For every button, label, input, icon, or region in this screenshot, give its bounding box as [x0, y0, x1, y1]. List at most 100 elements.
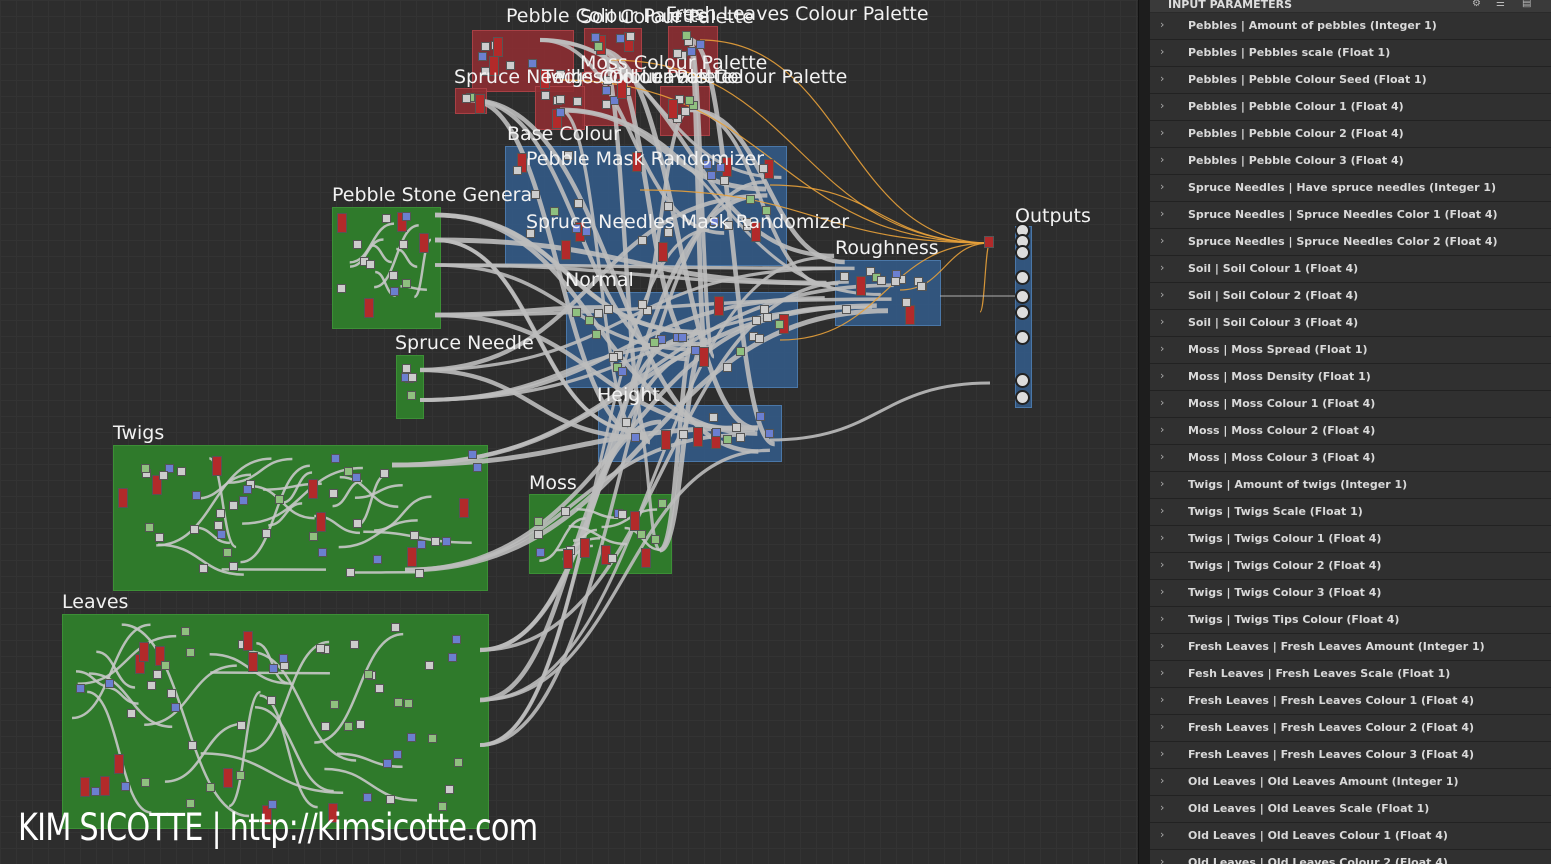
graph-node[interactable]	[637, 530, 647, 540]
graph-node[interactable]	[916, 282, 926, 292]
graph-node[interactable]	[690, 346, 700, 356]
graph-node[interactable]	[176, 467, 186, 477]
graph-node[interactable]	[316, 644, 326, 654]
chevron-right-icon[interactable]: ›	[1160, 693, 1164, 706]
graph-node[interactable]	[425, 660, 435, 670]
graph-node[interactable]	[362, 792, 372, 802]
graph-node[interactable]	[190, 524, 200, 534]
graph-node[interactable]	[602, 99, 612, 109]
graph-node[interactable]	[480, 41, 490, 51]
chevron-right-icon[interactable]: ›	[1160, 477, 1164, 490]
graph-node[interactable]	[401, 278, 411, 288]
graph-node[interactable]	[146, 681, 156, 691]
graph-node[interactable]	[905, 305, 916, 326]
chevron-right-icon[interactable]: ›	[1160, 747, 1164, 760]
graph-node[interactable]	[876, 276, 886, 286]
graph-node[interactable]	[410, 530, 420, 540]
graph-node[interactable]	[76, 683, 86, 693]
chevron-right-icon[interactable]: ›	[1160, 720, 1164, 733]
graph-node[interactable]	[105, 678, 115, 688]
param-row[interactable]: › Spruce Needles | Have spruce needles (I…	[1150, 175, 1551, 202]
graph-node[interactable]	[394, 697, 404, 707]
graph-node[interactable]	[531, 190, 541, 200]
chevron-right-icon[interactable]: ›	[1160, 774, 1164, 787]
graph-node[interactable]	[383, 758, 393, 768]
graph-node[interactable]	[100, 775, 111, 796]
graph-node[interactable]	[745, 194, 755, 204]
graph-node[interactable]	[556, 95, 566, 105]
graph-node[interactable]	[330, 454, 340, 464]
graph-node[interactable]	[261, 529, 271, 539]
graph-node[interactable]	[373, 555, 383, 565]
graph-node[interactable]	[406, 391, 416, 401]
param-row[interactable]: › Pebbles | Pebble Colour 2 (Float 4)	[1150, 121, 1551, 148]
param-row[interactable]: › Old Leaves | Old Leaves Colour 1 (Float…	[1150, 823, 1551, 850]
graph-node[interactable]	[364, 670, 373, 680]
chevron-right-icon[interactable]: ›	[1160, 639, 1164, 652]
graph-node[interactable]	[594, 41, 604, 51]
graph-node[interactable]	[223, 547, 233, 557]
graph-node[interactable]	[309, 531, 319, 541]
graph-node[interactable]	[735, 433, 745, 443]
chevron-right-icon[interactable]: ›	[1160, 45, 1164, 58]
chevron-right-icon[interactable]: ›	[1160, 801, 1164, 814]
graph-node[interactable]	[268, 663, 278, 673]
graph-node[interactable]	[430, 537, 440, 547]
graph-node[interactable]	[353, 519, 363, 529]
graph-node[interactable]	[185, 647, 195, 657]
output-node[interactable]	[1015, 305, 1030, 320]
graph-node[interactable]	[393, 750, 403, 760]
output-merge-node[interactable]	[984, 236, 994, 248]
graph-node[interactable]	[235, 771, 245, 781]
chevron-right-icon[interactable]: ›	[1160, 558, 1164, 571]
param-row[interactable]: › Twigs | Twigs Colour 2 (Float 4)	[1150, 553, 1551, 580]
graph-node[interactable]	[349, 640, 359, 650]
output-node[interactable]	[1015, 373, 1030, 388]
graph-node[interactable]	[90, 786, 100, 796]
graph-node[interactable]	[328, 488, 338, 498]
graph-node[interactable]	[641, 547, 651, 568]
graph-node[interactable]	[468, 449, 478, 459]
param-row[interactable]: › Twigs | Twigs Scale (Float 1)	[1150, 499, 1551, 526]
graph-node[interactable]	[617, 509, 627, 519]
graph-node[interactable]	[275, 495, 285, 505]
param-row[interactable]: › Twigs | Twigs Colour 3 (Float 4)	[1150, 580, 1551, 607]
graph-node[interactable]	[760, 305, 770, 315]
output-node[interactable]	[1015, 330, 1030, 345]
graph-node[interactable]	[735, 346, 745, 356]
param-row[interactable]: › Fresh Leaves | Fresh Leaves Colour 2 (F…	[1150, 715, 1551, 742]
graph-node[interactable]	[386, 794, 396, 804]
graph-node[interactable]	[145, 522, 155, 532]
graph-node[interactable]	[709, 412, 719, 422]
graph-node[interactable]	[140, 464, 150, 474]
param-row[interactable]: › Moss | Moss Colour 3 (Float 4)	[1150, 445, 1551, 472]
graph-node[interactable]	[247, 651, 258, 672]
graph-node[interactable]	[713, 296, 724, 317]
graph-node[interactable]	[391, 622, 401, 632]
graph-node[interactable]	[562, 548, 573, 569]
graph-node[interactable]	[754, 333, 764, 343]
param-row[interactable]: › Twigs | Amount of twigs (Integer 1)	[1150, 472, 1551, 499]
graph-node[interactable]	[451, 635, 461, 645]
param-row[interactable]: › Twigs | Twigs Colour 1 (Float 4)	[1150, 526, 1551, 553]
graph-node[interactable]	[160, 661, 170, 671]
graph-node[interactable]	[120, 781, 130, 791]
graph-node[interactable]	[188, 740, 198, 750]
graph-node[interactable]	[141, 778, 151, 788]
graph-node[interactable]	[320, 721, 330, 731]
graph-node[interactable]	[414, 569, 424, 579]
graph-node[interactable]	[572, 96, 582, 106]
graph-node[interactable]	[774, 319, 784, 329]
graph-node[interactable]	[344, 721, 353, 731]
graph-node[interactable]	[681, 31, 691, 41]
graph-node[interactable]	[315, 511, 326, 532]
output-node[interactable]	[1015, 390, 1030, 405]
graph-node[interactable]	[590, 32, 600, 42]
graph-node[interactable]	[901, 298, 911, 308]
param-row[interactable]: › Soil | Soil Colour 1 (Float 4)	[1150, 256, 1551, 283]
graph-node[interactable]	[416, 540, 426, 550]
node-graph-canvas[interactable]: Pebble Colour Palette Soil Colour Palette…	[0, 0, 1138, 864]
graph-node[interactable]	[842, 305, 852, 315]
graph-node[interactable]	[650, 534, 660, 544]
settings-icon[interactable]: ⚙	[1472, 0, 1481, 9]
